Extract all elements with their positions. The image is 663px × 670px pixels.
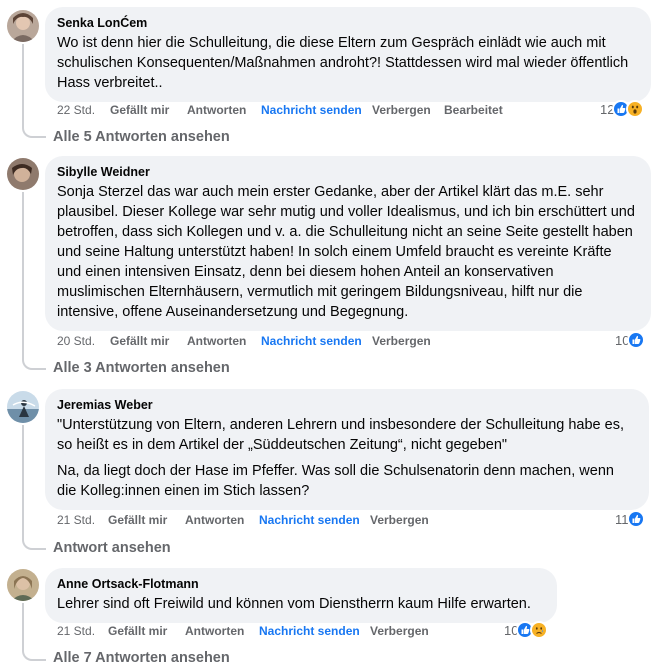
avatar[interactable] <box>7 10 39 42</box>
view-replies-link[interactable]: Alle 5 Antworten ansehen <box>53 129 230 145</box>
send-message-button[interactable]: Nachricht senden <box>259 622 360 640</box>
comment-text: Sonja Sterzel das war auch mein erster G… <box>57 184 635 320</box>
like-icon <box>626 510 645 528</box>
reaction-summary[interactable]: 10 <box>615 330 646 350</box>
thread-connector <box>22 356 46 370</box>
comment-author[interactable]: Jeremias Weber <box>57 397 637 413</box>
like-button[interactable]: Gefällt mir <box>108 511 167 529</box>
view-replies-link[interactable]: Antwort ansehen <box>53 540 171 556</box>
wow-icon <box>626 100 645 118</box>
comment-text: Wo ist denn hier die Schulleitung, die d… <box>57 35 629 91</box>
comment-text: "Unterstützung von Eltern, anderen Lehre… <box>57 417 624 453</box>
send-message-button[interactable]: Nachricht senden <box>261 332 362 350</box>
hide-button[interactable]: Verbergen <box>372 332 431 350</box>
comment-actions: 20 Std. Gefällt mir Antworten Nachricht … <box>57 332 497 350</box>
comment-bubble: Anne Ortsack-Flotmann Lehrer sind oft Fr… <box>45 568 557 623</box>
comment-timestamp[interactable]: 20 Std. <box>57 332 95 350</box>
comment-text: Lehrer sind oft Freiwild und können vom … <box>57 596 531 612</box>
comment-timestamp[interactable]: 21 Std. <box>57 511 95 529</box>
comment-actions: 21 Std. Gefällt mir Antworten Nachricht … <box>57 622 497 640</box>
reply-button[interactable]: Antworten <box>185 622 244 640</box>
comment-text: Na, da liegt doch der Hase im Pfeffer. W… <box>57 463 614 499</box>
send-message-button[interactable]: Nachricht senden <box>259 511 360 529</box>
comment-actions: 21 Std. Gefällt mir Antworten Nachricht … <box>57 511 497 529</box>
reaction-summary[interactable]: 10 <box>504 620 549 640</box>
thread-connector <box>22 647 46 661</box>
edited-label[interactable]: Bearbeitet <box>444 101 503 119</box>
comment-timestamp[interactable]: 21 Std. <box>57 622 95 640</box>
comment-bubble: Jeremias Weber "Unterstützung von Eltern… <box>45 389 649 510</box>
hide-button[interactable]: Verbergen <box>372 101 431 119</box>
hide-button[interactable]: Verbergen <box>370 511 429 529</box>
thread-connector <box>22 124 46 138</box>
reply-button[interactable]: Antworten <box>187 101 246 119</box>
thread-connector <box>22 536 46 550</box>
sad-icon <box>530 621 549 639</box>
avatar[interactable] <box>7 158 39 190</box>
view-replies-link[interactable]: Alle 7 Antworten ansehen <box>53 650 230 666</box>
avatar[interactable] <box>7 391 39 423</box>
reaction-summary[interactable]: 11 <box>615 509 645 529</box>
like-button[interactable]: Gefällt mir <box>110 332 169 350</box>
like-button[interactable]: Gefällt mir <box>108 622 167 640</box>
comment-author[interactable]: Sibylle Weidner <box>57 164 639 180</box>
comment-author[interactable]: Anne Ortsack-Flotmann <box>57 576 545 592</box>
reply-button[interactable]: Antworten <box>185 511 244 529</box>
like-icon <box>627 331 646 349</box>
send-message-button[interactable]: Nachricht senden <box>261 101 362 119</box>
like-button[interactable]: Gefällt mir <box>110 101 169 119</box>
reply-button[interactable]: Antworten <box>187 332 246 350</box>
avatar[interactable] <box>7 569 39 601</box>
comment-bubble: Senka LonĆem Wo ist denn hier die Schull… <box>45 7 651 102</box>
comment-author[interactable]: Senka LonĆem <box>57 15 639 31</box>
comment-bubble: Sibylle Weidner Sonja Sterzel das war au… <box>45 156 651 331</box>
comment-actions: 22 Std. Gefällt mir Antworten Nachricht … <box>57 101 503 119</box>
comment-timestamp[interactable]: 22 Std. <box>57 101 95 119</box>
hide-button[interactable]: Verbergen <box>370 622 429 640</box>
view-replies-link[interactable]: Alle 3 Antworten ansehen <box>53 360 230 376</box>
reaction-summary[interactable]: 12 <box>600 99 645 119</box>
